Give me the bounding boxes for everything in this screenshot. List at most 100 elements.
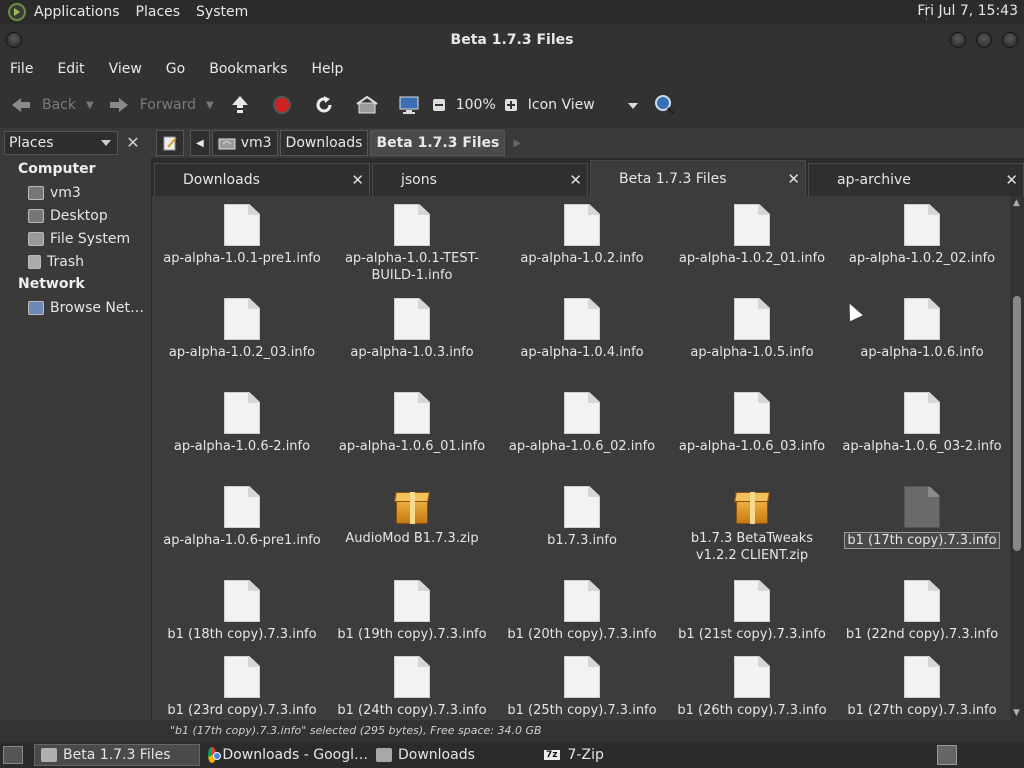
sidebar-item-desktop[interactable]: Desktop bbox=[0, 204, 151, 227]
view-mode-select[interactable]: Icon View bbox=[528, 97, 638, 113]
up-arrow-icon[interactable] bbox=[230, 95, 250, 115]
file-item[interactable]: ap-alpha-1.0.2_02.info bbox=[837, 204, 1007, 267]
breadcrumb-right-icon[interactable]: ▶ bbox=[513, 138, 521, 149]
tab-close-icon[interactable]: ✕ bbox=[569, 171, 582, 189]
file-item[interactable]: b1 (26th copy).7.3.info bbox=[667, 656, 837, 719]
task-chrome-downloads[interactable]: Downloads - Googl… bbox=[202, 744, 368, 766]
file-item[interactable]: ap-alpha-1.0.2_03.info bbox=[157, 298, 327, 361]
file-item[interactable]: b1 (19th copy).7.3.info bbox=[327, 580, 497, 643]
file-item[interactable]: ap-alpha-1.0.1-pre1.info bbox=[157, 204, 327, 267]
tab-beta-files[interactable]: Beta 1.7.3 Files ✕ bbox=[590, 160, 806, 196]
file-item[interactable]: ap-alpha-1.0.2.info bbox=[497, 204, 667, 267]
file-item[interactable]: ap-alpha-1.0.4.info bbox=[497, 298, 667, 361]
file-item[interactable]: b1 (25th copy).7.3.info bbox=[497, 656, 667, 719]
file-item[interactable]: b1 (22nd copy).7.3.info bbox=[837, 580, 1007, 643]
breadcrumb-back-button[interactable]: ◀ bbox=[190, 130, 210, 156]
file-item[interactable]: ap-alpha-1.0.1-TEST-BUILD-1.info bbox=[327, 204, 497, 284]
file-name: ap-alpha-1.0.6_03.info bbox=[667, 438, 837, 455]
file-item[interactable]: b1 (27th copy).7.3.info bbox=[837, 656, 1007, 719]
window-titlebar[interactable]: Beta 1.7.3 Files bbox=[0, 24, 1024, 56]
task-downloads[interactable]: Downloads bbox=[370, 744, 536, 766]
reload-icon[interactable] bbox=[314, 95, 334, 115]
close-window-button[interactable] bbox=[1002, 32, 1018, 48]
zoom-out-icon[interactable] bbox=[432, 98, 446, 112]
file-item[interactable]: ap-alpha-1.0.3.info bbox=[327, 298, 497, 361]
file-item[interactable]: ap-alpha-1.0.6_01.info bbox=[327, 392, 497, 455]
file-icon-view[interactable]: ap-alpha-1.0.1-pre1.info ap-alpha-1.0.1-T… bbox=[152, 196, 1010, 720]
tab-label: Downloads bbox=[183, 172, 260, 188]
tab-close-icon[interactable]: ✕ bbox=[1005, 171, 1018, 189]
file-item[interactable]: ap-alpha-1.0.6-2.info bbox=[157, 392, 327, 455]
scroll-down-icon[interactable]: ▼ bbox=[1013, 708, 1020, 718]
menu-file[interactable]: File bbox=[10, 61, 33, 77]
maximize-button[interactable] bbox=[976, 32, 992, 48]
file-item[interactable]: ap-alpha-1.0.5.info bbox=[667, 298, 837, 361]
stop-icon[interactable] bbox=[272, 95, 292, 115]
menu-go[interactable]: Go bbox=[166, 61, 185, 77]
back-button[interactable]: Back ▼ bbox=[10, 96, 94, 114]
sidebar-item-trash[interactable]: Trash bbox=[0, 250, 151, 273]
menu-bookmarks[interactable]: Bookmarks bbox=[209, 61, 287, 77]
task-beta-files[interactable]: Beta 1.7.3 Files bbox=[34, 744, 200, 766]
file-item[interactable]: b1 (17th copy).7.3.info bbox=[837, 486, 1007, 549]
edit-location-button[interactable] bbox=[156, 130, 184, 156]
minimize-button[interactable] bbox=[950, 32, 966, 48]
show-desktop-icon[interactable] bbox=[3, 746, 23, 764]
file-item[interactable]: b1.7.3 BetaTweaks v1.2.2 CLIENT.zip bbox=[667, 486, 837, 564]
file-item[interactable]: b1 (18th copy).7.3.info bbox=[157, 580, 327, 643]
file-item[interactable]: b1 (21st copy).7.3.info bbox=[667, 580, 837, 643]
document-icon bbox=[734, 580, 770, 622]
tab-close-icon[interactable]: ✕ bbox=[787, 170, 800, 188]
file-item[interactable]: b1 (20th copy).7.3.info bbox=[497, 580, 667, 643]
scrollbar-thumb[interactable] bbox=[1013, 296, 1021, 551]
file-item[interactable]: ap-alpha-1.0.6_02.info bbox=[497, 392, 667, 455]
view-mode-label: Icon View bbox=[527, 97, 595, 113]
scroll-up-icon[interactable]: ▲ bbox=[1013, 198, 1020, 208]
file-item[interactable]: b1.7.3.info bbox=[497, 486, 667, 549]
file-item[interactable]: ap-alpha-1.0.2_01.info bbox=[667, 204, 837, 267]
tab-ap-archive[interactable]: ap-archive ✕ bbox=[808, 163, 1024, 196]
sidebar-item-file-system[interactable]: File System bbox=[0, 227, 151, 250]
file-item[interactable]: ap-alpha-1.0.6_03-2.info bbox=[837, 392, 1007, 455]
zoom-level[interactable]: 100% bbox=[456, 97, 496, 113]
file-name: AudioMod B1.7.3.zip bbox=[327, 530, 497, 547]
file-item[interactable]: b1 (23rd copy).7.3.info bbox=[157, 656, 327, 719]
sidebar-selector[interactable]: Places bbox=[4, 131, 118, 155]
task-7zip[interactable]: 7z 7-Zip bbox=[536, 744, 702, 766]
applications-menu[interactable]: Applications bbox=[34, 4, 120, 20]
tab-downloads[interactable]: Downloads ✕ bbox=[154, 163, 370, 196]
document-icon bbox=[904, 298, 940, 340]
search-icon[interactable] bbox=[654, 94, 676, 116]
forward-button[interactable]: Forward ▼ bbox=[108, 96, 214, 114]
back-history-dropdown-icon[interactable]: ▼ bbox=[86, 100, 94, 111]
tab-close-icon[interactable]: ✕ bbox=[351, 171, 364, 189]
home-icon[interactable] bbox=[356, 95, 378, 115]
document-icon bbox=[564, 580, 600, 622]
forward-history-dropdown-icon[interactable]: ▼ bbox=[206, 100, 214, 111]
file-item[interactable]: ap-alpha-1.0.6-pre1.info bbox=[157, 486, 327, 549]
breadcrumb-downloads[interactable]: Downloads bbox=[279, 130, 369, 156]
clock[interactable]: Fri Jul 7, 15:43 bbox=[917, 3, 1018, 19]
close-sidebar-icon[interactable]: ✕ bbox=[122, 132, 144, 154]
breadcrumb-vm3[interactable]: vm3 bbox=[211, 130, 278, 156]
zoom-in-icon[interactable] bbox=[504, 98, 518, 112]
file-item[interactable]: ap-alpha-1.0.6.info bbox=[837, 298, 1007, 361]
system-menu[interactable]: System bbox=[196, 4, 248, 20]
breadcrumb-current[interactable]: Beta 1.7.3 Files bbox=[370, 130, 506, 156]
vertical-scrollbar[interactable]: ▲ ▼ bbox=[1010, 196, 1024, 720]
sidebar-item-browse-network[interactable]: Browse Net… bbox=[0, 296, 151, 319]
menu-help[interactable]: Help bbox=[311, 61, 343, 77]
distro-logo-icon[interactable] bbox=[8, 3, 26, 21]
file-item[interactable]: AudioMod B1.7.3.zip bbox=[327, 486, 497, 547]
file-item[interactable]: ap-alpha-1.0.6_03.info bbox=[667, 392, 837, 455]
sidebar-item-vm3[interactable]: vm3 bbox=[0, 181, 151, 204]
menu-view[interactable]: View bbox=[109, 61, 142, 77]
archive-icon bbox=[394, 488, 430, 526]
menu-edit[interactable]: Edit bbox=[57, 61, 84, 77]
workspace-switcher-icon[interactable] bbox=[937, 745, 957, 765]
places-menu[interactable]: Places bbox=[136, 4, 181, 20]
file-item[interactable]: b1 (24th copy).7.3.info bbox=[327, 656, 497, 719]
tab-jsons[interactable]: jsons ✕ bbox=[372, 163, 588, 196]
window-menu-icon[interactable] bbox=[6, 32, 22, 48]
computer-icon[interactable] bbox=[398, 95, 420, 115]
